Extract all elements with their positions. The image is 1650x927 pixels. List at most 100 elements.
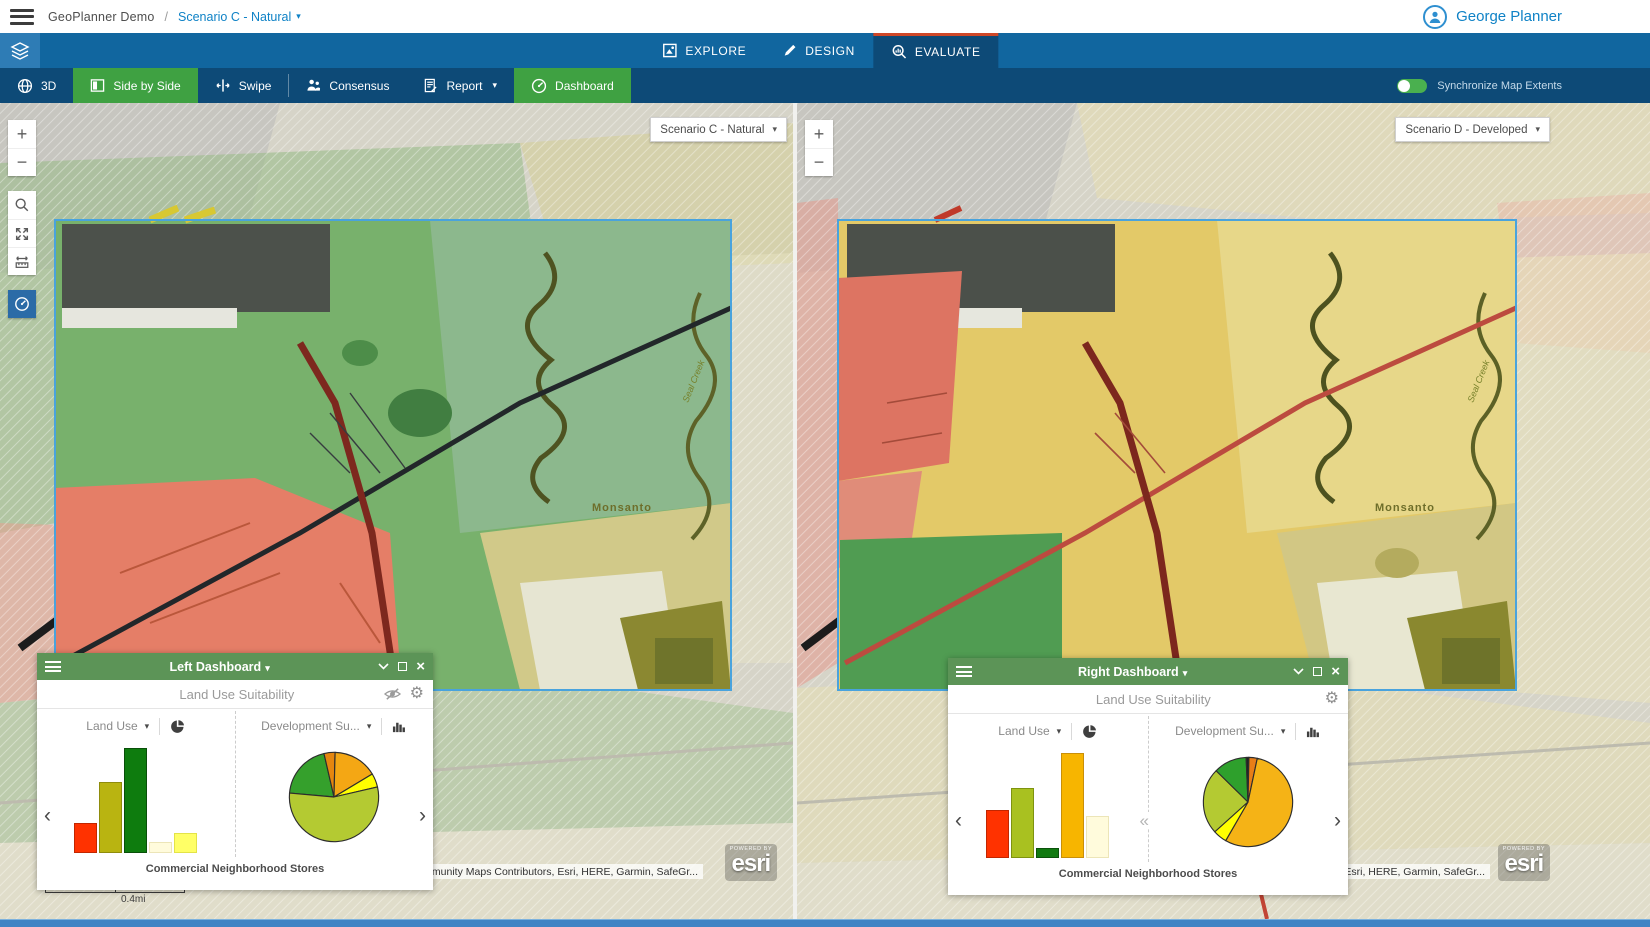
dashboard-tool-button[interactable] [8, 290, 36, 318]
tab-explore-label: EXPLORE [685, 44, 746, 58]
right-bar-chart[interactable] [982, 752, 1114, 858]
right-map-tools: + − [805, 120, 833, 191]
map-compare-area: Monsanto Seal Creek + − [0, 103, 1650, 919]
pie-chart-toggle-icon[interactable] [1082, 724, 1097, 739]
widget-settings-icon[interactable]: ⚙ [1325, 691, 1339, 707]
right-suitability-widget: Development Su... ▾ [1149, 714, 1349, 868]
dashboard-menu-icon[interactable] [956, 666, 972, 677]
tab-design[interactable]: DESIGN [764, 33, 873, 68]
gauge-icon [14, 296, 30, 312]
left-scenario-selector[interactable]: Scenario C - Natural ▾ [650, 117, 787, 142]
right-dashboard-subtitle: Land Use Suitability [982, 692, 1325, 707]
bar-segment [986, 810, 1009, 858]
search-button[interactable] [8, 191, 36, 219]
3d-button[interactable]: 3D [0, 68, 73, 103]
right-pie-chart[interactable] [1200, 754, 1296, 850]
3d-button-label: 3D [41, 79, 56, 93]
report-button-label: Report [446, 79, 482, 93]
bar-segment [124, 748, 147, 853]
widget-divider: « [1148, 716, 1149, 862]
left-widget1-title[interactable]: Land Use [86, 719, 137, 733]
right-dashboard-panel: Right Dashboard▾ × Land Use Suitability [948, 658, 1348, 895]
bar-segment [1011, 788, 1034, 858]
bar-segment [99, 782, 122, 853]
zoom-out-button[interactable]: − [8, 148, 36, 176]
sync-extents-toggle[interactable] [1397, 79, 1427, 93]
collapse-panel-button[interactable] [378, 663, 389, 670]
maximize-panel-button[interactable] [1313, 667, 1322, 676]
globe-icon [17, 78, 33, 94]
right-widget1-title[interactable]: Land Use [998, 724, 1049, 738]
left-bar-chart[interactable] [70, 747, 202, 853]
right-scenario-selector[interactable]: Scenario D - Developed ▾ [1395, 117, 1550, 142]
consensus-people-icon [306, 78, 321, 93]
swipe-button[interactable]: Swipe [198, 68, 289, 103]
tab-evaluate-label: EVALUATE [915, 45, 981, 59]
app-title: GeoPlanner Demo [48, 10, 155, 24]
maximize-panel-button[interactable] [398, 662, 407, 671]
left-map-tools: + − [8, 120, 36, 333]
side-by-side-button[interactable]: Side by Side [73, 68, 197, 103]
bar-chart-toggle-icon[interactable] [1306, 724, 1321, 739]
zoom-in-button[interactable]: + [805, 120, 833, 148]
bar-chart-toggle-icon[interactable] [392, 719, 407, 734]
collapse-panel-button[interactable] [1293, 668, 1304, 675]
left-selection-extent[interactable] [55, 220, 731, 690]
scenario-breadcrumb-label: Scenario C - Natural [178, 10, 291, 24]
carousel-prev-icon[interactable]: ‹ [955, 810, 962, 831]
bar-segment [1086, 816, 1109, 858]
bottom-edge-strip [0, 919, 1650, 927]
widget-settings-icon[interactable]: ⚙ [410, 686, 424, 702]
carousel-next-icon[interactable]: › [419, 805, 426, 826]
bar-segment [1036, 848, 1059, 858]
zoom-in-button[interactable]: + [8, 120, 36, 148]
report-button[interactable]: Report ▾ [406, 68, 514, 103]
close-panel-button[interactable]: × [416, 659, 425, 674]
caret-down-icon: ▾ [296, 11, 301, 22]
zoom-out-button[interactable]: − [805, 148, 833, 176]
right-dashboard-charts: Land Use ▾ « Development Su... ▾ [948, 714, 1348, 868]
user-avatar[interactable] [1423, 5, 1447, 29]
right-widget2-title[interactable]: Development Su... [1175, 724, 1274, 738]
measure-button[interactable] [8, 247, 36, 275]
left-pie-chart[interactable] [286, 749, 382, 845]
collapse-widget-icon[interactable]: « [1140, 812, 1149, 829]
esri-logo-text: esri [1503, 852, 1545, 876]
pie-chart-toggle-icon[interactable] [170, 719, 185, 734]
right-selection-extent[interactable] [838, 220, 1516, 690]
dashboard-menu-icon[interactable] [45, 661, 61, 672]
left-widget2-title[interactable]: Development Su... [261, 719, 360, 733]
consensus-button[interactable]: Consensus [289, 68, 406, 103]
close-panel-button[interactable]: × [1331, 664, 1340, 679]
tab-evaluate[interactable]: EVALUATE [873, 33, 999, 68]
expand-arrows-icon [14, 226, 30, 242]
left-scenario-selector-label: Scenario C - Natural [660, 124, 764, 136]
right-map: Monsanto Seal Creek + − Scenario D - Dev… [797, 103, 1650, 919]
caret-down-icon: ▾ [1535, 124, 1540, 135]
right-dashboard-title-dropdown[interactable]: Right Dashboard▾ [972, 665, 1293, 679]
carousel-prev-icon[interactable]: ‹ [44, 805, 51, 826]
left-dashboard-header[interactable]: Left Dashboard▾ × [37, 653, 433, 680]
tab-explore[interactable]: EXPLORE [644, 33, 764, 68]
left-dashboard-footer-label: Commercial Neighborhood Stores [37, 863, 433, 890]
layers-button[interactable] [0, 33, 40, 68]
carousel-next-icon[interactable]: › [1334, 810, 1341, 831]
dashboard-button[interactable]: Dashboard [514, 68, 631, 103]
left-dashboard-title-dropdown[interactable]: Left Dashboard▾ [61, 660, 378, 674]
user-name[interactable]: George Planner [1456, 8, 1562, 25]
scenario-breadcrumb-dropdown[interactable]: Scenario C - Natural ▾ [178, 10, 301, 24]
caret-down-icon: ▾ [493, 80, 498, 91]
esri-logo-text: esri [730, 852, 772, 876]
measure-icon [14, 254, 30, 270]
bar-segment [1061, 753, 1084, 858]
full-extent-button[interactable] [8, 219, 36, 247]
left-dashboard-subtitle: Land Use Suitability [90, 687, 384, 702]
widget-divider [235, 711, 236, 857]
breadcrumb-separator: / [165, 10, 168, 24]
left-landuse-widget: Land Use ▾ [37, 709, 235, 863]
right-dashboard-header[interactable]: Right Dashboard▾ × [948, 658, 1348, 685]
left-dashboard-panel: Left Dashboard▾ × Land Use Suitability [37, 653, 433, 890]
app-menu-icon[interactable] [10, 9, 34, 25]
visibility-off-icon[interactable] [384, 687, 401, 701]
person-icon [1428, 10, 1442, 24]
